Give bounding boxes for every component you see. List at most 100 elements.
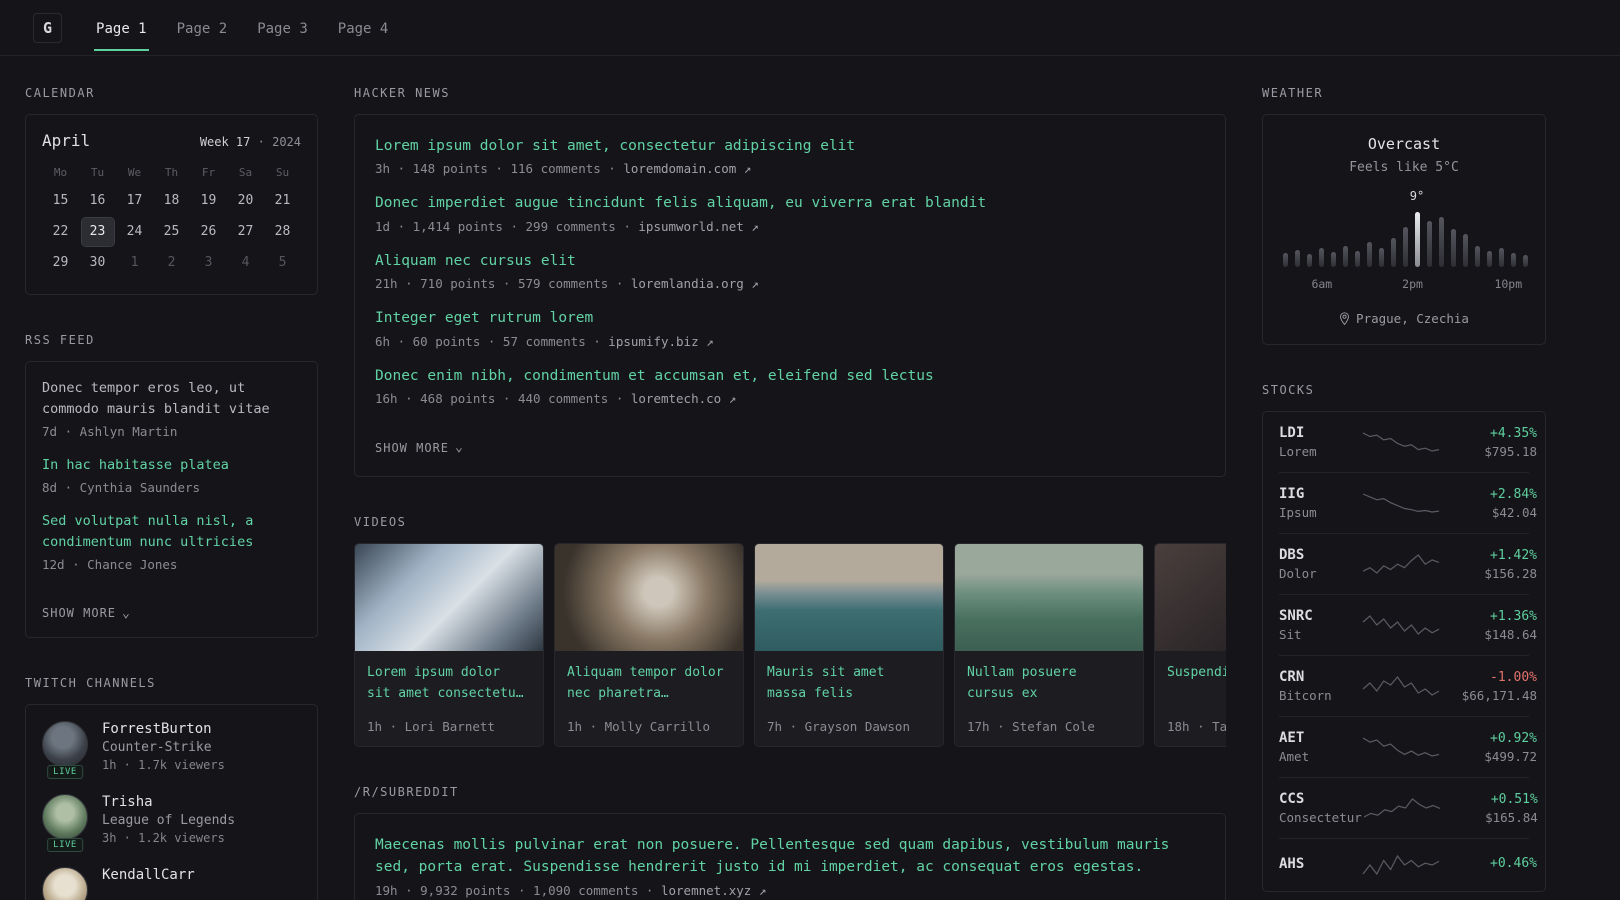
rss-item-meta: 7d · Ashlyn Martin xyxy=(42,423,178,439)
subreddit-item-meta: 19h · 9,932 points · 1,090 comments · lo… xyxy=(375,883,1205,898)
video-meta: 18h · Tara xyxy=(1167,718,1226,734)
day-name: Tu xyxy=(90,166,105,179)
video-title-link[interactable]: Mauris sit amet massa felis xyxy=(767,663,931,705)
stock-row[interactable]: CCS Consectetur +0.51% $165.84 xyxy=(1279,777,1538,838)
subreddit-domain-text: loremnet.xyz xyxy=(660,882,752,898)
calendar-day: 30 xyxy=(89,255,106,270)
hn-domain-link[interactable]: loremtech.co ↗ xyxy=(631,391,736,406)
video-card[interactable]: Suspendisse diam 18h · Tara xyxy=(1154,542,1226,747)
stock-sparkline xyxy=(1361,429,1441,455)
twitch-channel[interactable]: LIVE Trisha League of Legends 3h · 1.2k … xyxy=(42,794,301,853)
hn-item-link[interactable]: Donec imperdiet augue tincidunt felis al… xyxy=(375,192,1205,214)
separator-dot: · xyxy=(257,135,265,149)
stock-name: Sit xyxy=(1279,627,1302,642)
weather-hour-bar xyxy=(1402,227,1408,267)
video-thumbnail[interactable] xyxy=(1155,543,1226,651)
subreddit-item-link[interactable]: Maecenas mollis pulvinar erat non posuer… xyxy=(375,834,1205,879)
weather-hour-bar xyxy=(1438,217,1444,267)
time-label: 6am xyxy=(1311,277,1333,291)
subreddit-widget: /R/SUBREDDIT Maecenas mollis pulvinar er… xyxy=(354,785,1226,900)
video-card[interactable]: Nullam posuere cursus ex 17h · Stefan Co… xyxy=(954,542,1144,747)
external-link-icon: ↗ xyxy=(706,333,714,349)
live-badge: LIVE xyxy=(47,765,83,780)
rss-item-link[interactable]: Sed volutpat nulla nisl, a condimentum n… xyxy=(42,511,301,553)
rss-item-meta: 8d · Cynthia Saunders xyxy=(42,479,201,495)
hn-domain-link[interactable]: loremdomain.com ↗ xyxy=(623,161,751,176)
stock-price: $148.64 xyxy=(1484,626,1537,642)
video-card[interactable]: Aliquam tempor dolor nec pharetra… 1h · … xyxy=(554,542,744,747)
weather-hour-bar xyxy=(1330,252,1336,267)
video-title-link[interactable]: Aliquam tempor dolor nec pharetra… xyxy=(567,663,731,705)
day-name: Sa xyxy=(238,166,253,179)
weather-peak-temp: 9° xyxy=(1409,189,1425,203)
video-thumbnail[interactable] xyxy=(555,543,743,651)
avatar[interactable] xyxy=(42,794,88,841)
rss-item-link[interactable]: In hac habitasse platea xyxy=(42,455,301,476)
stock-row[interactable]: LDI Lorem +4.35% $795.18 xyxy=(1279,412,1537,472)
stock-row[interactable]: AET Amet +0.92% $499.72 xyxy=(1279,716,1537,777)
rss-item-link[interactable]: Donec tempor eros leo, ut commodo mauris… xyxy=(42,378,301,420)
avatar[interactable] xyxy=(42,721,88,768)
live-badge: LIVE xyxy=(47,838,83,853)
stock-row[interactable]: CRN Bitcorn -1.00% $66,171.48 xyxy=(1279,655,1537,716)
calendar-day: 5 xyxy=(278,255,287,270)
channel-meta: 1h · 1.7k viewers xyxy=(102,758,225,773)
hn-meta-text: 16h · 468 points · 440 comments · xyxy=(375,391,631,407)
channel-name[interactable]: KendallCarr xyxy=(102,867,195,883)
twitch-channel[interactable]: LIVE ForrestBurton Counter-Strike 1h · 1… xyxy=(42,721,301,780)
calendar-day: 25 xyxy=(163,224,180,239)
rss-card: Donec tempor eros leo, ut commodo mauris… xyxy=(25,361,318,639)
stock-sparkline xyxy=(1361,673,1441,699)
weather-hourly-chart: 9° 6am 2pm 10pm xyxy=(1279,189,1531,293)
weather-hour-bar xyxy=(1342,246,1348,267)
hn-item-link[interactable]: Donec enim nibh, condimentum et accumsan… xyxy=(375,365,1205,387)
avatar[interactable] xyxy=(42,867,88,900)
channel-name[interactable]: Trisha xyxy=(102,794,235,810)
day-name: Mo xyxy=(53,166,68,179)
hn-show-more-button[interactable]: SHOW MORE ⌄ xyxy=(375,440,464,455)
subreddit-domain-link[interactable]: loremnet.xyz ↗ xyxy=(661,883,766,898)
tab-page-4[interactable]: Page 4 xyxy=(336,5,391,51)
tab-page-3[interactable]: Page 3 xyxy=(255,5,310,51)
location-pin-icon xyxy=(1340,311,1350,325)
calendar-day: 1 xyxy=(130,255,139,270)
right-column: WEATHER Overcast Feels like 5°C 9° 6am 2… xyxy=(1262,86,1546,892)
weather-hour-bar xyxy=(1474,246,1480,267)
video-card[interactable]: Lorem ipsum dolor sit amet consectetu… 1… xyxy=(354,542,544,747)
video-card[interactable]: Mauris sit amet massa felis 7h · Grayson… xyxy=(754,542,944,747)
video-title-link[interactable]: Suspendisse diam xyxy=(1167,663,1226,684)
hn-domain-text: loremtech.co xyxy=(630,391,722,407)
stock-symbol: DBS xyxy=(1279,547,1305,563)
stock-row[interactable]: SNRC Sit +1.36% $148.64 xyxy=(1279,594,1537,655)
weather-bars xyxy=(1279,209,1531,267)
app-logo[interactable]: G xyxy=(33,12,63,43)
weather-hour-bar xyxy=(1282,253,1288,267)
stock-symbol: LDI xyxy=(1279,425,1305,441)
hn-item-link[interactable]: Aliquam nec cursus elit xyxy=(375,250,1205,272)
video-title-link[interactable]: Lorem ipsum dolor sit amet consectetu… xyxy=(367,663,531,705)
video-thumbnail[interactable] xyxy=(955,543,1143,651)
weather-card: Overcast Feels like 5°C 9° 6am 2pm 10pm … xyxy=(1262,114,1546,345)
stock-row[interactable]: DBS Dolor +1.42% $156.28 xyxy=(1279,533,1537,594)
stock-row[interactable]: AHS +0.46% xyxy=(1279,838,1537,891)
stock-sparkline xyxy=(1361,852,1441,878)
video-title-link[interactable]: Nullam posuere cursus ex xyxy=(967,663,1131,705)
tab-page-1[interactable]: Page 1 xyxy=(94,5,149,51)
tab-page-2[interactable]: Page 2 xyxy=(175,5,230,51)
hn-domain-link[interactable]: ipsumify.biz ↗ xyxy=(608,334,713,349)
external-link-icon: ↗ xyxy=(758,882,767,898)
video-thumbnail[interactable] xyxy=(355,543,543,651)
rss-show-more-button[interactable]: SHOW MORE ⌄ xyxy=(42,606,131,621)
hn-item-link[interactable]: Lorem ipsum dolor sit amet, consectetur … xyxy=(375,135,1205,157)
stocks-title: STOCKS xyxy=(1262,383,1315,397)
twitch-channel[interactable]: LIVE KendallCarr xyxy=(42,867,301,900)
stock-price: $165.84 xyxy=(1485,809,1538,825)
hn-item-link[interactable]: Integer eget rutrum lorem xyxy=(375,307,1205,329)
video-thumbnail[interactable] xyxy=(755,543,943,651)
channel-name[interactable]: ForrestBurton xyxy=(102,721,225,737)
stock-row[interactable]: IIG Ipsum +2.84% $42.04 xyxy=(1279,472,1537,533)
hn-domain-link[interactable]: ipsumworld.net ↗ xyxy=(638,219,758,234)
calendar-week-info: Week 17 · 2024 xyxy=(200,135,301,149)
stock-symbol: CRN xyxy=(1279,669,1305,685)
hn-domain-link[interactable]: loremlandia.org ↗ xyxy=(631,276,759,291)
